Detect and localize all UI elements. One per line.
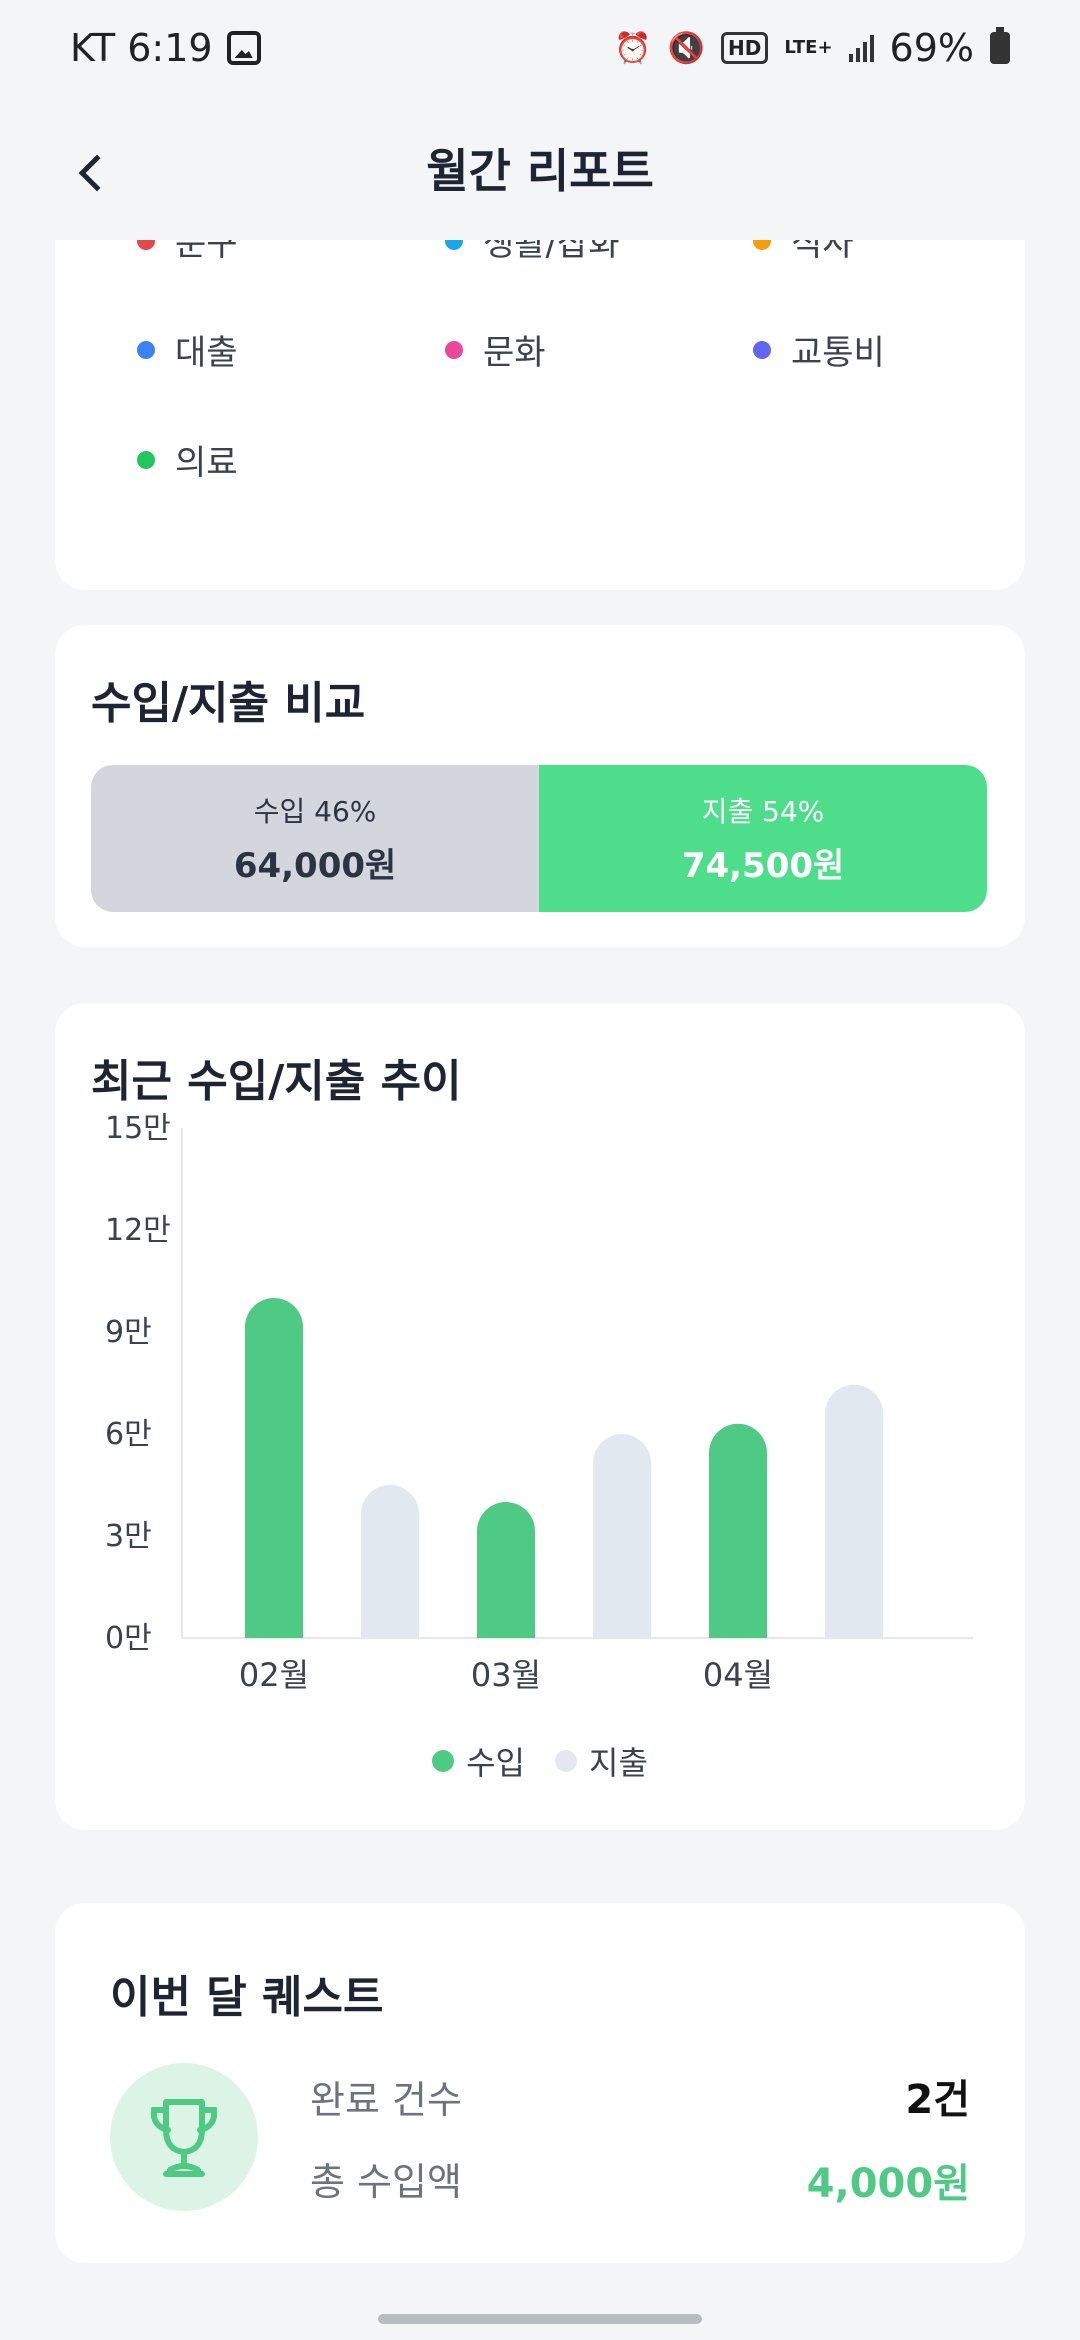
quest-title: 이번 달 퀘스트 [110, 1972, 384, 2023]
y-tick-label: 9만 [105, 1315, 152, 1350]
expense-label: 지출 54% [701, 795, 825, 828]
legend-item-loan: 대출 [137, 325, 238, 374]
alarm-icon: ⏰ [614, 30, 652, 66]
lte-icon: LTE+ [784, 37, 833, 58]
status-left: KT 6:19 [70, 26, 261, 70]
income-label: 수입 46% [253, 795, 377, 828]
carrier-time: KT 6:19 [70, 26, 213, 70]
trend-chart: 0만 3만 6만 9만 12만 15만 02월 03월 04월 [105, 1113, 973, 1694]
legend-dot [445, 240, 463, 250]
legend-dot [137, 340, 155, 359]
income-bar [477, 1502, 535, 1638]
gallery-notification-icon [226, 31, 261, 65]
expense-bar [361, 1485, 419, 1638]
trophy-icon [150, 2099, 218, 2177]
legend-label: 생활/잡화 [483, 240, 620, 264]
x-tick-label: 04월 [703, 1656, 773, 1694]
page-title: 월간 리포트 [426, 144, 654, 198]
legend-item-culture: 문화 [445, 325, 546, 374]
legend-expense-label: 지출 [589, 1744, 648, 1782]
signal-icon [848, 34, 874, 62]
legend-item-living: 생활/잡화 [445, 240, 620, 265]
y-tick-label: 6만 [105, 1417, 152, 1452]
mute-icon: 🔇 [667, 30, 706, 66]
legend-item-meal: 식사 [753, 240, 854, 265]
income-segment: 수입 46% 64,000원 [91, 765, 540, 912]
app-header: 월간 리포트 [0, 105, 1080, 255]
legend-label: 문구 [175, 240, 238, 264]
legend-label: 대출 [175, 333, 238, 373]
category-legend-card: 문구 생활/잡화 식사 대출 문화 교통비 의료 [55, 240, 1025, 590]
category-legend: 문구 생활/잡화 식사 대출 문화 교통비 의료 [55, 240, 1025, 590]
y-tick-label: 3만 [105, 1519, 152, 1554]
income-bar [245, 1298, 303, 1638]
legend-label: 의료 [175, 443, 238, 483]
completed-count-label: 완료 건수 [310, 2078, 462, 2122]
status-bar: KT 6:19 ⏰ 🔇 HD LTE+ 69% [0, 0, 1080, 105]
legend-dot [137, 240, 155, 250]
trend-title: 최근 수입/지출 추이 [91, 1056, 462, 1107]
battery-icon [990, 27, 1010, 64]
legend-dot [753, 240, 771, 250]
compare-bar: 수입 46% 64,000원 지출 54% 74,500원 [91, 765, 987, 912]
legend-income: 수입 [432, 1738, 525, 1784]
legend-item-medical: 의료 [137, 435, 238, 484]
total-income-value: 4,000원 [806, 2161, 970, 2207]
compare-title: 수입/지출 비교 [91, 678, 366, 729]
trophy-badge [110, 2063, 258, 2211]
quest-card: 이번 달 퀘스트 완료 건수 2건 총 수입액 4,000원 [55, 1903, 1025, 2263]
legend-label: 교통비 [791, 333, 885, 373]
y-tick-label: 12만 [105, 1213, 171, 1248]
legend-label: 식사 [791, 240, 854, 264]
status-right: ⏰ 🔇 HD LTE+ 69% [614, 26, 1010, 70]
home-indicator[interactable] [378, 2314, 702, 2324]
compare-card: 수입/지출 비교 수입 46% 64,000원 지출 54% 74,500원 [55, 625, 1025, 947]
x-tick-label: 03월 [471, 1656, 541, 1694]
legend-label: 문화 [483, 333, 546, 373]
x-tick-label: 02월 [239, 1656, 309, 1694]
legend-expense: 지출 [555, 1738, 648, 1784]
y-tick-label: 15만 [105, 1113, 171, 1146]
legend-income-dot [432, 1750, 455, 1772]
legend-item-stationery: 문구 [137, 240, 238, 265]
legend-income-label: 수입 [466, 1744, 525, 1782]
legend-dot [445, 340, 463, 359]
legend-expense-dot [555, 1750, 577, 1772]
legend-item-transport: 교통비 [753, 325, 885, 374]
expense-bar [825, 1384, 883, 1638]
expense-bar [593, 1434, 651, 1638]
chart-legend: 수입 지출 [55, 1738, 1025, 1784]
total-income-label: 총 수입액 [310, 2160, 462, 2204]
y-tick-label: 0만 [105, 1621, 152, 1656]
expense-segment: 지출 54% 74,500원 [539, 765, 987, 912]
completed-count-value: 2건 [905, 2077, 970, 2123]
legend-dot [137, 450, 155, 469]
trend-card: 최근 수입/지출 추이 0만 3만 6만 9만 12만 15만 02월 03월 04월 수입 지… [55, 1003, 1025, 1830]
income-bar [709, 1423, 767, 1638]
expense-amount: 74,500원 [681, 846, 845, 886]
battery-percent: 69% [889, 26, 974, 70]
hd-icon: HD [721, 32, 769, 64]
legend-dot [753, 340, 771, 359]
income-amount: 64,000원 [233, 846, 397, 886]
